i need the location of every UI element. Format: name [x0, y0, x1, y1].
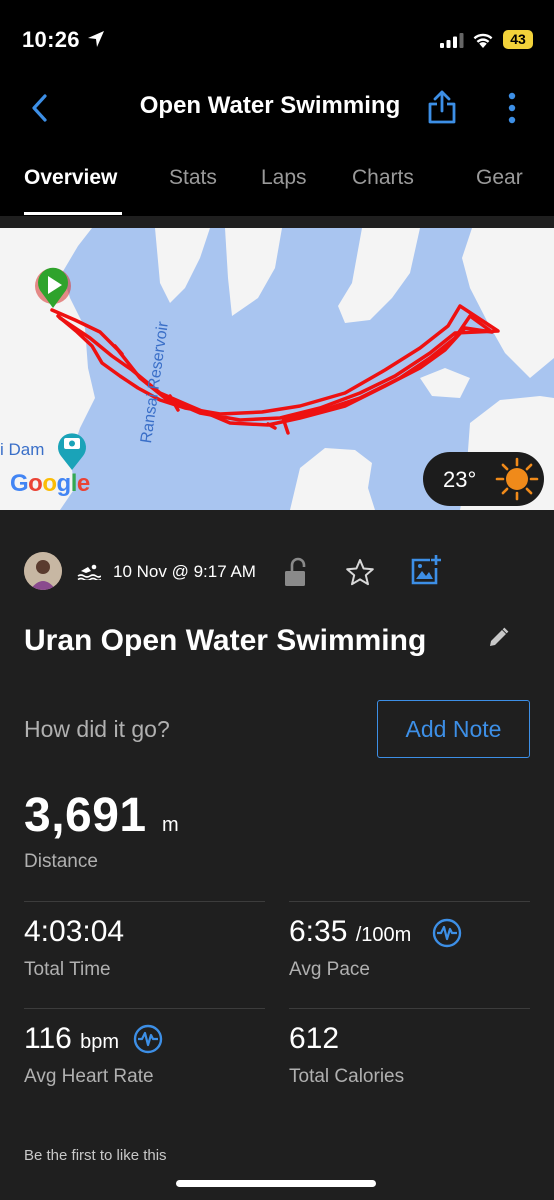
location-arrow-icon: [88, 31, 104, 47]
divider: [289, 901, 530, 902]
divider: [289, 1008, 530, 1009]
feedback-prompt: How did it go?: [24, 716, 170, 742]
tab-bar: Overview Stats Laps Charts Gear: [0, 162, 554, 216]
page-title: Open Water Swimming: [139, 92, 401, 119]
poi-label: i Dam: [0, 440, 45, 459]
distance-unit: m: [162, 814, 179, 836]
distance-value: 3,691: [24, 789, 147, 842]
tab-gear[interactable]: Gear: [476, 166, 523, 190]
tab-laps[interactable]: Laps: [261, 166, 307, 190]
total-calories-value: 612: [289, 1022, 340, 1055]
unlocked-privacy-icon[interactable]: [283, 557, 309, 587]
avg-pace-stat: 6:35 /100m: [289, 915, 411, 949]
battery-indicator: 43: [503, 30, 533, 49]
activity-name: Uran Open Water Swimming: [24, 624, 427, 657]
tab-overview[interactable]: Overview: [24, 166, 117, 190]
total-calories-label: Total Calories: [289, 1066, 405, 1087]
avg-heart-rate-unit: bpm: [80, 1031, 120, 1053]
avg-pace-value: 6:35: [289, 915, 348, 948]
add-note-button[interactable]: Add Note: [377, 700, 530, 758]
tab-stats[interactable]: Stats: [169, 166, 217, 190]
avg-pace-unit: /100m: [355, 924, 412, 946]
app-header: Open Water Swimming Overview Stats Laps …: [0, 80, 554, 216]
weather-temperature: 23°: [443, 467, 477, 492]
weather-badge[interactable]: 23°: [423, 452, 544, 506]
total-time-value: 4:03:04: [24, 915, 125, 948]
more-options-icon[interactable]: [501, 92, 523, 124]
distance-label: Distance: [24, 851, 98, 872]
map-provider-logo: Google: [10, 470, 90, 497]
heart-rate-chart-icon[interactable]: [133, 1024, 163, 1054]
add-photo-icon[interactable]: [410, 554, 442, 586]
share-icon[interactable]: [427, 90, 457, 124]
activity-meta-row: 10 Nov @ 9:17 AM: [24, 552, 534, 592]
divider: [24, 1008, 265, 1009]
swim-route-line: [50, 304, 500, 435]
active-tab-indicator: [24, 212, 122, 215]
wifi-icon: [473, 33, 493, 48]
sun-icon: [495, 457, 539, 501]
likes-text[interactable]: Be the first to like this: [24, 1147, 167, 1164]
status-time: 10:26: [22, 27, 80, 52]
avg-heart-rate-stat: 116 bpm: [24, 1022, 119, 1056]
swim-icon: [77, 564, 101, 580]
home-indicator[interactable]: [176, 1180, 376, 1187]
avg-heart-rate-value: 116: [24, 1022, 72, 1055]
divider: [24, 901, 265, 902]
avatar[interactable]: [24, 552, 62, 590]
activity-date: 10 Nov @ 9:17 AM: [113, 562, 256, 581]
star-icon[interactable]: [345, 558, 375, 586]
tab-charts[interactable]: Charts: [352, 166, 414, 190]
avg-pace-label: Avg Pace: [289, 959, 370, 980]
edit-pencil-icon[interactable]: [486, 626, 510, 650]
status-bar: 10:26 43: [0, 0, 554, 80]
avg-heart-rate-label: Avg Heart Rate: [24, 1066, 154, 1087]
cellular-signal-icon: [440, 33, 464, 48]
total-time-label: Total Time: [24, 959, 111, 980]
pace-chart-icon[interactable]: [432, 918, 462, 948]
